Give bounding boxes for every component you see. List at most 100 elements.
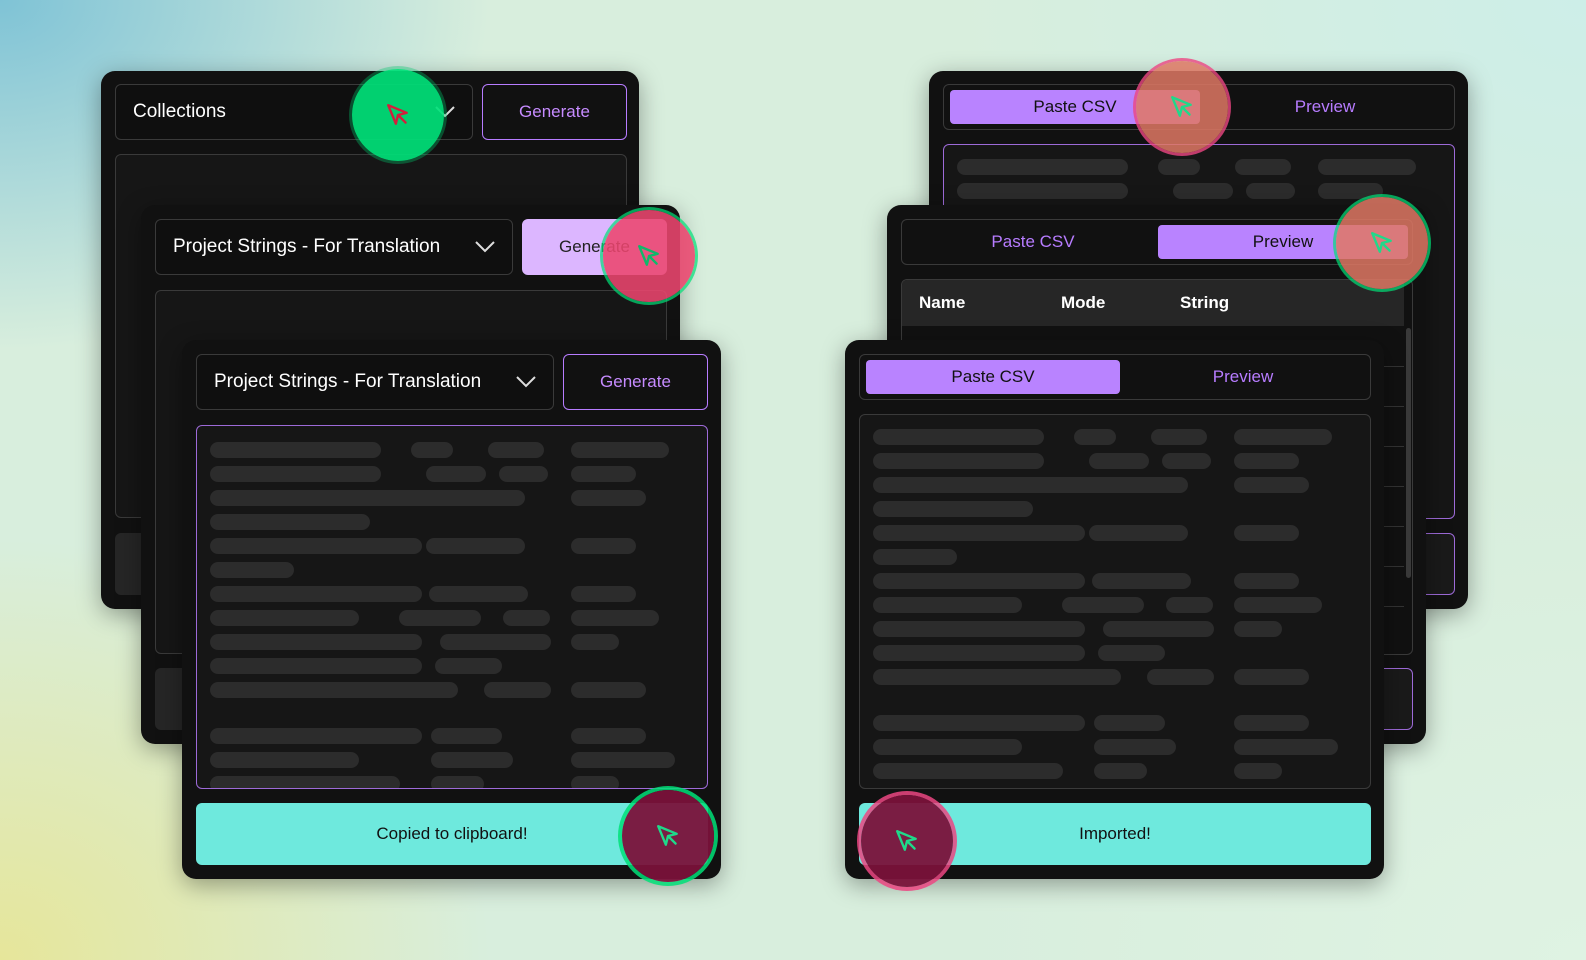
- text-line: [571, 490, 646, 506]
- text-line: [210, 442, 381, 458]
- output-panel[interactable]: [196, 425, 708, 789]
- text-line: [873, 549, 957, 565]
- cursor-arrow-icon: [638, 245, 659, 266]
- cursor-arrow-icon: [387, 104, 408, 125]
- text-line: [1234, 739, 1338, 755]
- text-line: [873, 573, 1085, 589]
- text-line: [1094, 715, 1165, 731]
- text-line: [484, 682, 551, 698]
- text-line: [873, 621, 1085, 637]
- text-line: [210, 514, 370, 530]
- text-line: [210, 682, 458, 698]
- cursor-arrow-icon: [1171, 96, 1192, 117]
- text-line: [1234, 573, 1299, 589]
- text-line: [426, 466, 486, 482]
- collection-select[interactable]: Project Strings - For Translation: [196, 354, 554, 410]
- click-indicator-paste-tab: [1136, 61, 1228, 153]
- text-line: [873, 715, 1085, 731]
- text-line: [1147, 669, 1214, 685]
- text-line: [1234, 429, 1332, 445]
- text-line: [1234, 715, 1309, 731]
- text-line: [210, 776, 400, 788]
- tab-paste-csv[interactable]: Paste CSV: [866, 360, 1120, 394]
- column-header-name: Name: [919, 293, 966, 312]
- text-line: [873, 763, 1063, 779]
- text-line: [440, 634, 551, 650]
- text-line: [1094, 763, 1147, 779]
- text-line: [873, 645, 1085, 661]
- column-header-mode: Mode: [1061, 293, 1106, 312]
- tab-paste-csv[interactable]: Paste CSV: [908, 225, 1158, 259]
- text-line: [210, 610, 359, 626]
- text-line: [1234, 669, 1309, 685]
- generate-button[interactable]: Generate: [563, 354, 708, 410]
- text-line: [873, 429, 1044, 445]
- text-line: [503, 610, 550, 626]
- text-line: [957, 183, 1128, 199]
- text-line: [1234, 477, 1309, 493]
- click-indicator-import: [861, 795, 953, 887]
- text-line: [1166, 597, 1213, 613]
- cursor-arrow-icon: [1371, 232, 1392, 253]
- column-header-string: String: [1180, 293, 1230, 312]
- text-line: [431, 728, 502, 744]
- text-line: [873, 739, 1022, 755]
- text-line: [411, 442, 453, 458]
- cursor-arrow-icon: [896, 830, 917, 851]
- text-line: [435, 658, 502, 674]
- select-value: Collections: [133, 101, 226, 122]
- text-line: [571, 538, 636, 554]
- chevron-down-icon: [516, 376, 536, 388]
- text-line: [210, 466, 381, 482]
- text-line: [873, 477, 1188, 493]
- text-line: [1234, 597, 1322, 613]
- text-line: [431, 752, 513, 768]
- csv-input-panel[interactable]: [859, 414, 1371, 789]
- text-line: [571, 728, 646, 744]
- select-value: Project Strings - For Translation: [214, 371, 482, 392]
- text-line: [571, 776, 619, 788]
- text-line: [1092, 573, 1191, 589]
- text-line: [1089, 525, 1188, 541]
- text-line: [1151, 429, 1207, 445]
- click-indicator-copy: [622, 790, 714, 882]
- text-line: [1162, 453, 1211, 469]
- table-scrollbar[interactable]: [1406, 328, 1411, 578]
- text-line: [426, 538, 525, 554]
- text-line: [571, 586, 636, 602]
- text-line: [1234, 453, 1299, 469]
- text-line: [210, 658, 422, 674]
- text-line: [431, 776, 484, 788]
- text-line: [210, 752, 359, 768]
- text-line: [399, 610, 481, 626]
- text-line: [1235, 159, 1291, 175]
- text-line: [1094, 739, 1176, 755]
- mode-tabs: Paste CSV Preview: [859, 354, 1371, 400]
- text-line: [429, 586, 528, 602]
- text-line: [1246, 183, 1295, 199]
- text-line: [1318, 159, 1416, 175]
- chevron-down-icon: [475, 241, 495, 253]
- text-line: [1062, 597, 1144, 613]
- text-line: [1234, 763, 1282, 779]
- text-line: [571, 634, 619, 650]
- text-line: [499, 466, 548, 482]
- text-line: [873, 669, 1121, 685]
- text-line: [1173, 183, 1233, 199]
- text-line: [571, 752, 675, 768]
- collection-select[interactable]: Project Strings - For Translation: [155, 219, 513, 275]
- generate-button[interactable]: Generate: [482, 84, 627, 140]
- text-line: [210, 562, 294, 578]
- text-line: [210, 728, 422, 744]
- text-line: [1089, 453, 1149, 469]
- text-line: [210, 490, 525, 506]
- tab-preview[interactable]: Preview: [1200, 90, 1450, 124]
- text-line: [210, 586, 422, 602]
- text-line: [488, 442, 544, 458]
- text-line: [957, 159, 1128, 175]
- tab-preview[interactable]: Preview: [1120, 360, 1366, 394]
- text-line: [1103, 621, 1214, 637]
- text-line: [873, 453, 1044, 469]
- text-line: [571, 442, 669, 458]
- cursor-arrow-icon: [657, 825, 678, 846]
